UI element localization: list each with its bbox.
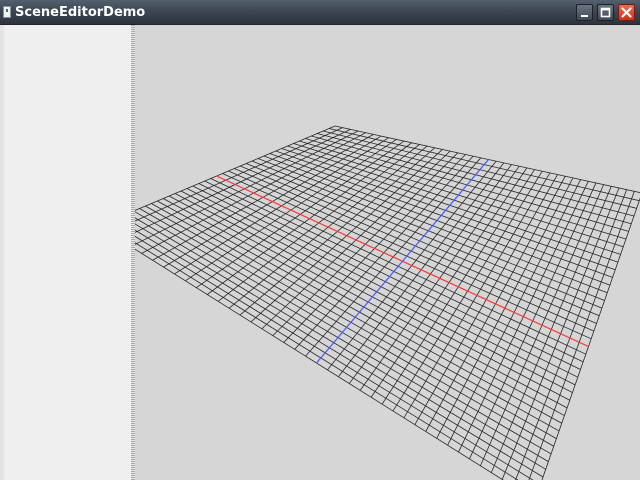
close-icon <box>621 7 632 18</box>
scene-viewport[interactable] <box>135 25 640 480</box>
minimize-icon <box>581 15 588 17</box>
side-panel <box>0 25 131 480</box>
maximize-icon <box>600 7 611 18</box>
title-bar[interactable]: SceneEditorDemo <box>0 0 640 25</box>
window-title: SceneEditorDemo <box>15 5 146 20</box>
close-button[interactable] <box>618 4 635 21</box>
ground-plane <box>135 126 640 480</box>
app-icon[interactable] <box>3 6 11 18</box>
maximize-button[interactable] <box>597 4 614 21</box>
app-window: SceneEditorDemo <box>0 0 640 480</box>
minimize-button[interactable] <box>576 4 593 21</box>
scene-canvas[interactable] <box>135 25 640 480</box>
ground-grid <box>135 125 640 480</box>
